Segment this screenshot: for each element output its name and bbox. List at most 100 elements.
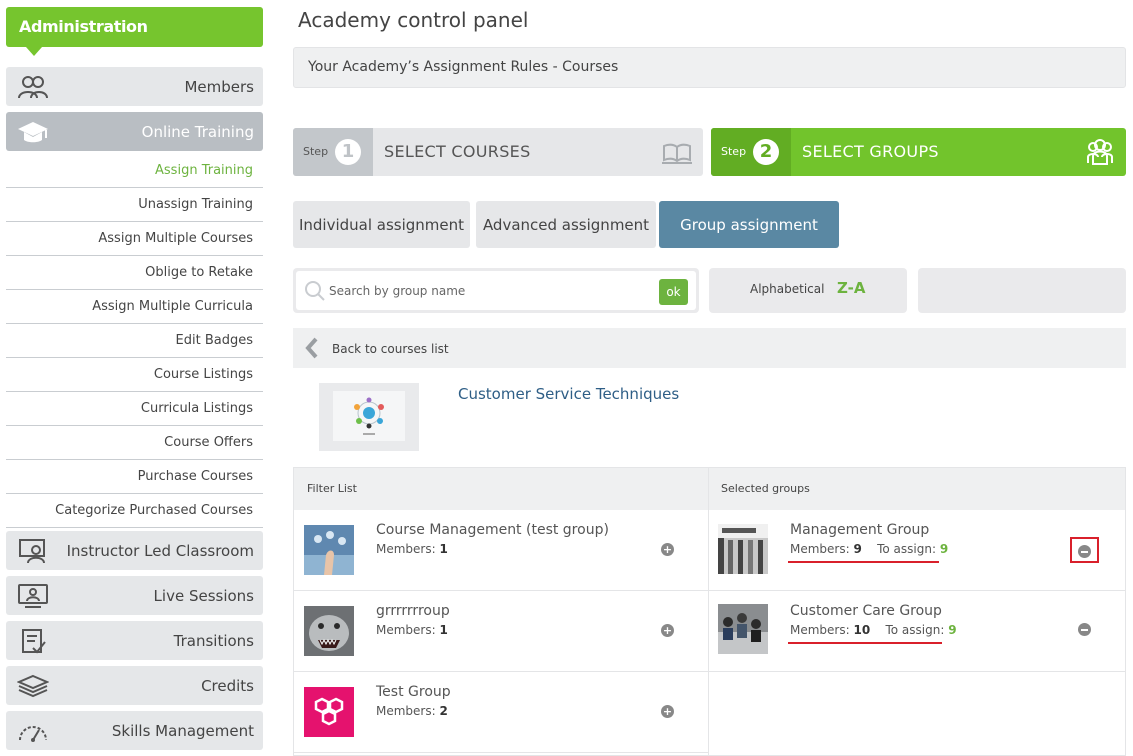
sub-item-label: Oblige to Retake: [145, 265, 253, 280]
sidebar-item-label: Credits: [201, 676, 254, 695]
to-assign-count: 9: [948, 623, 957, 637]
group-thumbnail: [304, 606, 354, 656]
members-count: 1: [439, 623, 448, 637]
step-label: Step: [303, 145, 329, 158]
graduation-cap-icon: [18, 122, 48, 143]
sub-item-label: Course Offers: [164, 435, 253, 450]
add-group-icon[interactable]: +: [661, 624, 674, 637]
members-label: Members:: [790, 542, 850, 556]
group-members: Members: 1: [376, 542, 448, 556]
course-title-link[interactable]: Customer Service Techniques: [458, 385, 679, 403]
sidebar-item-label: Online Training: [141, 122, 254, 141]
members-label: Members:: [376, 542, 436, 556]
step-title: SELECT GROUPS: [802, 142, 939, 161]
search-field-container: ok: [296, 271, 696, 310]
to-assign-label: To assign:: [877, 542, 937, 556]
step-title: SELECT COURSES: [384, 142, 531, 161]
remove-group-icon[interactable]: [1078, 545, 1091, 558]
sub-item-label: Unassign Training: [138, 197, 253, 212]
tab-label: Advanced assignment: [482, 215, 650, 234]
sub-item-label: Curricula Listings: [140, 401, 253, 416]
sidebar-sub-purchase-courses[interactable]: Purchase Courses: [6, 460, 263, 494]
sort-alphabetical[interactable]: Alphabetical Z-A: [709, 268, 907, 313]
course-thumbnail: [319, 383, 419, 451]
tab-individual-assignment[interactable]: Individual assignment: [293, 201, 470, 248]
sidebar-sub-unassign-training[interactable]: Unassign Training: [6, 188, 263, 222]
group-members: Members: 10 To assign: 9: [790, 623, 957, 637]
search-input[interactable]: [329, 271, 649, 310]
add-group-icon[interactable]: +: [661, 543, 674, 556]
remove-group-icon[interactable]: [1078, 623, 1091, 636]
transitions-icon: [22, 629, 46, 654]
filter-list-panel: Filter List Course Management (test grou…: [293, 467, 709, 756]
sidebar-item-label: Instructor Led Classroom: [66, 541, 254, 560]
members-icon: [18, 76, 48, 99]
open-book-icon: [662, 143, 692, 164]
sub-item-label: Assign Training: [155, 163, 253, 178]
group-thumbnail: [718, 524, 768, 574]
sidebar-item-instructor-led-classroom[interactable]: Instructor Led Classroom: [6, 531, 263, 570]
tab-advanced-assignment[interactable]: Advanced assignment: [476, 201, 656, 248]
sidebar-sub-assign-multiple-courses[interactable]: Assign Multiple Courses: [6, 222, 263, 256]
sidebar-sub-curricula-listings[interactable]: Curricula Listings: [6, 392, 263, 426]
list-item: Management Group Members: 9 To assign: 9: [709, 510, 1125, 591]
list-item: Course Management (test group) Members: …: [294, 510, 708, 591]
sidebar-item-label: Transitions: [173, 631, 254, 650]
group-name: grrrrrrroup: [376, 603, 450, 619]
page-title: Academy control panel: [298, 8, 529, 32]
group-name: Management Group: [790, 522, 930, 538]
course-thumbnail-image: [333, 391, 405, 441]
sidebar-sub-course-listings[interactable]: Course Listings: [6, 358, 263, 392]
to-assign: To assign: 9: [885, 623, 956, 637]
sidebar-item-online-training[interactable]: Online Training: [6, 112, 263, 151]
selected-groups-header: Selected groups: [709, 468, 1125, 510]
step-number: 1: [335, 139, 361, 165]
sidebar-item-label: Skills Management: [111, 721, 254, 740]
sidebar-sub-course-offers[interactable]: Course Offers: [6, 426, 263, 460]
chevron-left-icon: [305, 337, 318, 359]
sort-label: Alphabetical: [750, 282, 825, 296]
sidebar-item-skills-management[interactable]: Skills Management: [6, 711, 263, 750]
sidebar-sub-categorize-purchased-courses[interactable]: Categorize Purchased Courses: [6, 494, 263, 528]
search-icon: [305, 281, 325, 301]
back-to-courses-link[interactable]: Back to courses list: [293, 328, 1126, 368]
sub-item-label: Course Listings: [153, 367, 253, 382]
tab-group-assignment[interactable]: Group assignment: [659, 201, 839, 248]
step-select-courses[interactable]: Step 1 SELECT COURSES: [293, 128, 703, 176]
group-members: Members: 1: [376, 623, 448, 637]
sub-item-label: Categorize Purchased Courses: [55, 503, 253, 518]
tab-label: Individual assignment: [298, 215, 465, 234]
group-icon: [1087, 139, 1113, 165]
header-notch: [26, 47, 42, 56]
highlight-underline: [788, 561, 939, 563]
sidebar-item-label: Live Sessions: [153, 586, 254, 605]
sidebar-item-live-sessions[interactable]: Live Sessions: [6, 576, 263, 615]
gauge-icon: [19, 726, 47, 742]
search-box: ok: [293, 268, 699, 313]
sidebar-sub-oblige-to-retake[interactable]: Oblige to Retake: [6, 256, 263, 290]
sidebar: Administration Members Online Training A…: [6, 7, 263, 750]
step-select-groups[interactable]: Step 2 SELECT GROUPS: [711, 128, 1126, 176]
sidebar-sub-assign-multiple-curricula[interactable]: Assign Multiple Curricula: [6, 290, 263, 324]
group-name: Test Group: [376, 684, 451, 700]
group-name: Course Management (test group): [376, 522, 609, 538]
list-item: Customer Care Group Members: 10 To assig…: [709, 591, 1125, 672]
sidebar-item-credits[interactable]: Credits: [6, 666, 263, 705]
to-assign: To assign: 9: [877, 542, 948, 556]
sidebar-item-members[interactable]: Members: [6, 67, 263, 106]
sub-item-label: Assign Multiple Courses: [98, 231, 253, 246]
members-label: Members:: [376, 704, 436, 718]
group-members: Members: 9 To assign: 9: [790, 542, 948, 556]
sidebar-sub-edit-badges[interactable]: Edit Badges: [6, 324, 263, 358]
classroom-icon: [19, 539, 45, 564]
sidebar-item-transitions[interactable]: Transitions: [6, 621, 263, 660]
filter-list-header: Filter List: [294, 468, 708, 510]
search-ok-button[interactable]: ok: [659, 279, 688, 305]
group-thumbnail: [304, 687, 354, 737]
sidebar-sub-assign-training[interactable]: Assign Training: [6, 154, 263, 188]
assignment-rules-bar: Your Academy’s Assignment Rules - Course…: [293, 47, 1126, 88]
group-members: Members: 2: [376, 704, 448, 718]
members-label: Members:: [790, 623, 850, 637]
add-group-icon[interactable]: +: [661, 705, 674, 718]
list-item: grrrrrrroup Members: 1 +: [294, 591, 708, 672]
